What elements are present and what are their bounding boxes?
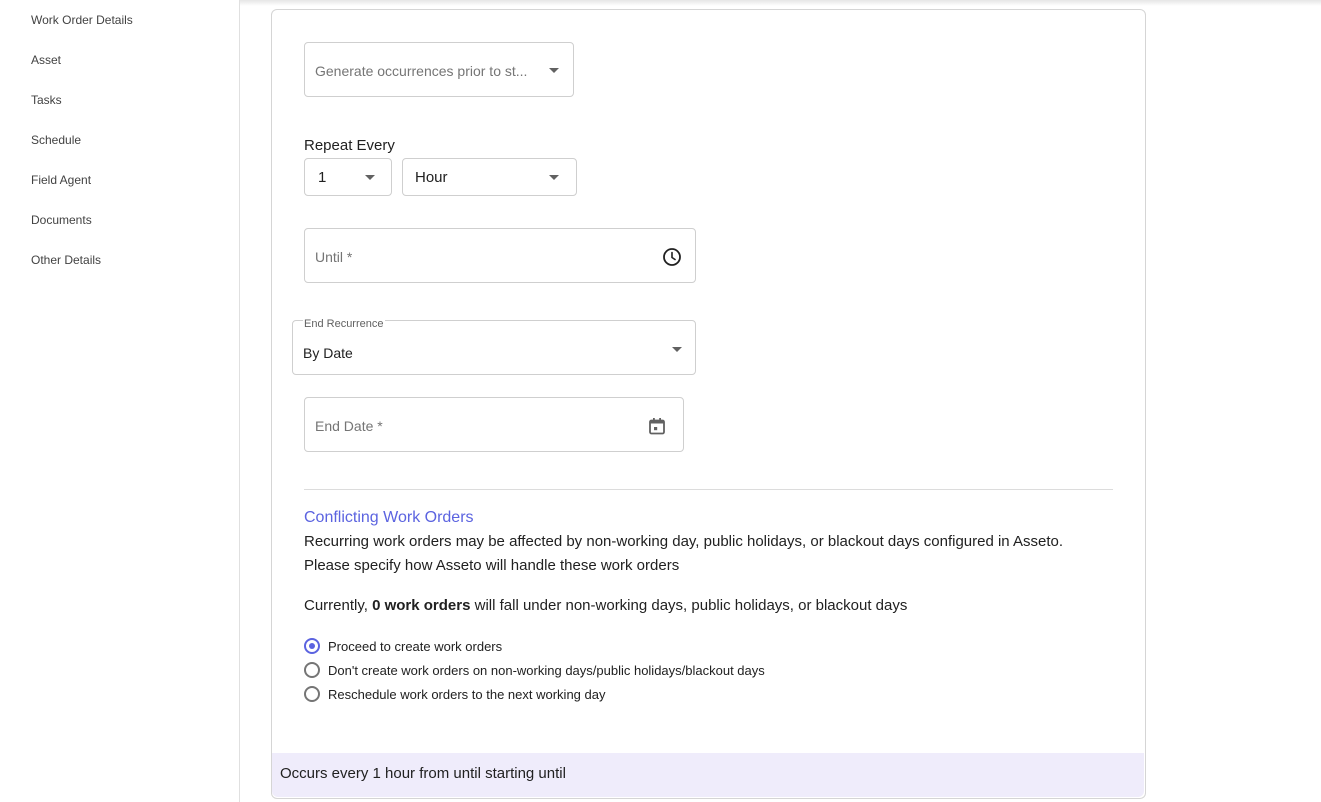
conflicts-count-text: Currently, 0 work orders will fall under…	[304, 594, 907, 618]
repeat-every-label: Repeat Every	[304, 137, 395, 154]
repeat-count-select[interactable]: 1	[304, 158, 392, 196]
radio-button[interactable]	[304, 662, 320, 678]
end-recurrence-label: End Recurrence	[303, 318, 385, 330]
conflicting-work-orders-title: Conflicting Work Orders	[304, 509, 474, 526]
recurrence-summary: Occurs every 1 hour from until starting …	[272, 753, 1144, 797]
end-date-placeholder: End Date *	[315, 418, 383, 434]
end-recurrence-select[interactable]: End Recurrence By Date	[292, 318, 696, 375]
option-dont-create-label: Don't create work orders on non-working …	[328, 662, 765, 678]
option-proceed[interactable]: Proceed to create work orders	[304, 636, 502, 656]
radio-button-selected[interactable]	[304, 638, 320, 654]
until-placeholder: Until *	[315, 249, 353, 265]
recurrence-summary-text: Occurs every 1 hour from until starting …	[280, 765, 566, 782]
chevron-down-icon	[549, 68, 559, 73]
generate-prior-placeholder: Generate occurrences prior to st...	[315, 63, 528, 79]
sidebar-item-asset[interactable]: Asset	[31, 53, 61, 67]
option-reschedule-label: Reschedule work orders to the next worki…	[328, 686, 606, 702]
chevron-down-icon	[672, 347, 682, 352]
generate-prior-select[interactable]: Generate occurrences prior to st...	[304, 42, 574, 97]
sidebar-item-work-order-details[interactable]: Work Order Details	[31, 13, 133, 27]
sidebar-item-schedule[interactable]: Schedule	[31, 133, 81, 147]
option-reschedule[interactable]: Reschedule work orders to the next worki…	[304, 684, 605, 704]
conflicts-description-line1: Recurring work orders may be affected by…	[304, 533, 1064, 550]
chevron-down-icon	[365, 175, 375, 180]
currently-suffix: will fall under non-working days, public…	[470, 597, 908, 614]
repeat-unit-select[interactable]: Hour	[402, 158, 577, 196]
end-recurrence-value: By Date	[303, 345, 353, 361]
work-order-count: 0 work orders	[372, 597, 471, 614]
repeat-unit-value: Hour	[415, 169, 448, 186]
clock-icon[interactable]	[662, 247, 682, 272]
sidebar-item-field-agent[interactable]: Field Agent	[31, 173, 91, 187]
repeat-count-value: 1	[318, 169, 327, 186]
calendar-icon[interactable]	[648, 417, 666, 440]
option-dont-create[interactable]: Don't create work orders on non-working …	[304, 660, 765, 680]
sidebar-item-documents[interactable]: Documents	[31, 213, 92, 227]
divider	[304, 489, 1113, 490]
sidebar-item-other-details[interactable]: Other Details	[31, 253, 101, 267]
until-field[interactable]: Until *	[304, 228, 696, 283]
currently-prefix: Currently,	[304, 597, 373, 614]
sidebar: Work Order Details Asset Tasks Schedule …	[0, 0, 240, 802]
option-proceed-label: Proceed to create work orders	[328, 638, 503, 654]
end-date-field[interactable]: End Date *	[304, 397, 684, 452]
conflicts-description-line2: Please specify how Asseto will handle th…	[304, 557, 680, 574]
chevron-down-icon	[549, 175, 559, 180]
sidebar-item-tasks[interactable]: Tasks	[31, 93, 62, 107]
radio-button[interactable]	[304, 686, 320, 702]
